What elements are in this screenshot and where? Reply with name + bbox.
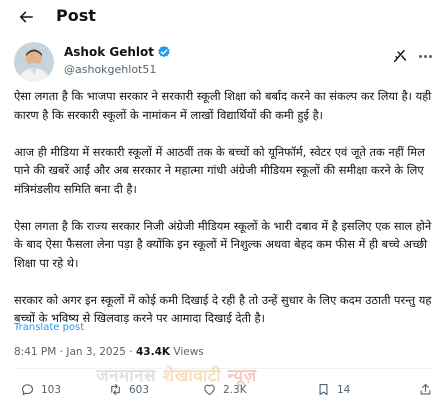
post-meta: 8:41 PM · Jan 3, 2025 · 43.4K Views xyxy=(14,346,204,358)
reply-icon xyxy=(21,384,34,396)
views-count: 43.4K xyxy=(135,346,171,358)
verified-badge-icon xyxy=(158,45,170,58)
bookmark-icon xyxy=(319,383,328,396)
like-button[interactable]: 2.3K xyxy=(202,382,247,397)
divider xyxy=(14,368,434,369)
bookmark-count: 14 xyxy=(337,383,351,396)
post-paragraph: ऐसा लगता है कि भाजपा सरकार ने सरकारी स्क… xyxy=(14,89,432,122)
like-count: 2.3K xyxy=(223,383,247,396)
top-bar: Post xyxy=(0,0,446,34)
post-text: ऐसा लगता है कि भाजपा सरकार ने सरकारी स्क… xyxy=(14,87,440,328)
share-icon xyxy=(420,383,431,395)
repost-button[interactable]: 603 xyxy=(108,382,149,397)
author-name[interactable]: Ashok Gehlot xyxy=(64,45,171,59)
reply-count: 103 xyxy=(41,383,62,396)
post-time[interactable]: 8:41 PM xyxy=(14,346,56,358)
author-handle[interactable]: @ashokgehlot51 xyxy=(64,63,156,76)
post-paragraph: आज ही मीडिया में सरकारी स्कूलों में आठवी… xyxy=(14,144,425,196)
repost-count: 603 xyxy=(129,383,150,396)
page-title: Post xyxy=(56,6,96,25)
grok-icon[interactable] xyxy=(392,48,408,64)
back-button[interactable] xyxy=(14,5,38,29)
arrow-left-icon xyxy=(19,11,33,23)
more-options-icon[interactable] xyxy=(416,48,434,64)
avatar-image xyxy=(14,42,54,82)
avatar[interactable] xyxy=(14,42,54,82)
post-paragraph: ऐसा लगता है कि राज्य सरकार निजी अंग्रेजी… xyxy=(14,218,432,270)
repost-icon xyxy=(111,383,120,396)
author-name-text: Ashok Gehlot xyxy=(64,45,154,59)
post-author: Ashok Gehlot @ashokgehlot51 xyxy=(14,42,434,82)
reply-button[interactable]: 103 xyxy=(20,382,61,397)
heart-icon xyxy=(204,384,215,396)
post-date[interactable]: Jan 3, 2025 xyxy=(66,346,126,358)
meta-separator: · xyxy=(129,346,136,358)
post-actions: 103 603 2.3K 14 xyxy=(14,378,434,404)
translate-post-link[interactable]: Translate post xyxy=(14,322,84,333)
share-button[interactable] xyxy=(418,382,433,397)
bookmark-button[interactable]: 14 xyxy=(316,382,350,397)
views-label: Views xyxy=(173,346,204,358)
